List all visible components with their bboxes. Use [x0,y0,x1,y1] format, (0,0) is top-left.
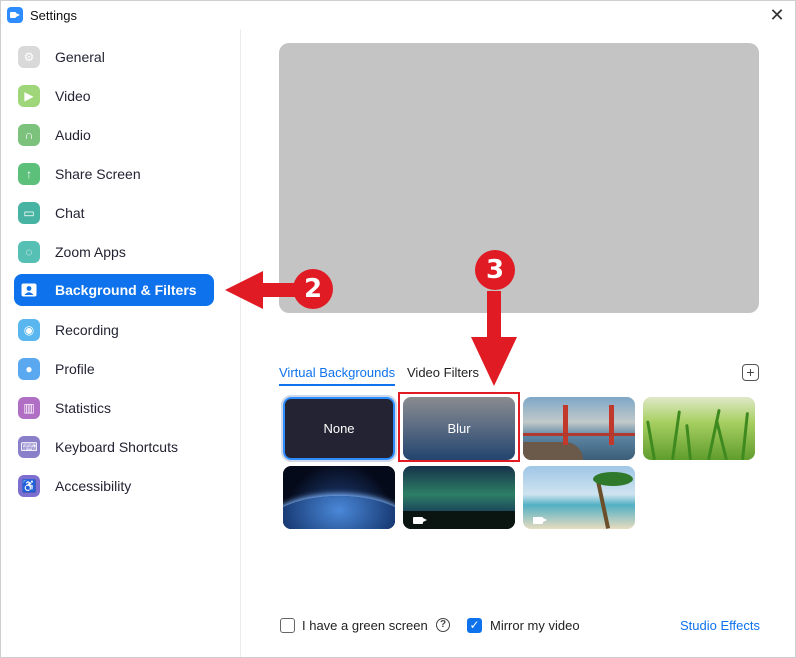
arrow-to-blur [471,291,517,386]
annotation-arrows [225,271,517,386]
arrow-to-background-filters [225,271,299,309]
step-3-badge: 3 [475,250,515,290]
settings-window: Settings ✕ ⚙ General ▶ Video ∩ Audio ↑ S… [0,0,796,658]
blur-highlight-box [398,392,520,462]
step-2-badge: 2 [293,269,333,309]
